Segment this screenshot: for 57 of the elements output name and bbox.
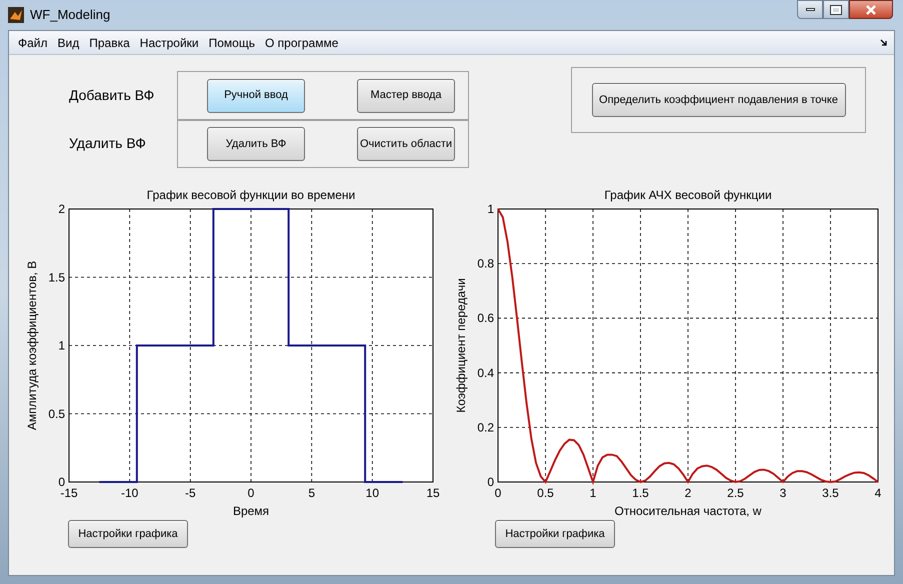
action-button[interactable]: Удалить ВФ xyxy=(207,127,305,162)
tick-label: 0.8 xyxy=(477,256,494,271)
menu-item[interactable]: Правка xyxy=(84,34,135,52)
maximize-button[interactable] xyxy=(823,0,849,19)
tick-label: 4 xyxy=(874,486,882,500)
row-label: Добавить ВФ xyxy=(69,86,154,105)
chart-title: График АЧХ весовой функции xyxy=(604,188,772,202)
menu-item[interactable]: Настройки xyxy=(134,34,204,52)
tick-label: 0.2 xyxy=(477,420,494,434)
menu-item[interactable]: О программе xyxy=(260,34,344,52)
menu-item[interactable]: Вид xyxy=(52,34,84,52)
tick-label: 2 xyxy=(684,486,692,500)
menu-item[interactable]: Помощь xyxy=(204,34,260,52)
tick-label: 0.5 xyxy=(537,486,554,500)
minimize-button[interactable] xyxy=(797,0,823,19)
tick-label: -5 xyxy=(185,486,196,500)
tick-label: 0.4 xyxy=(477,366,494,380)
action-button[interactable]: Ручной ввод xyxy=(207,78,305,113)
axis-label: Коэффициент передачи xyxy=(454,278,468,413)
maximize-icon xyxy=(831,6,841,14)
close-icon xyxy=(865,4,877,14)
tick-label: 0.5 xyxy=(48,406,65,421)
chart-title: График весовой функции во времени xyxy=(146,188,356,202)
action-button[interactable]: Очистить области xyxy=(357,127,455,162)
axis-label: Относительная частота, w xyxy=(614,504,762,518)
tick-label: 0.6 xyxy=(477,311,494,326)
tick-label: 1 xyxy=(58,338,65,352)
tick-label: 2.5 xyxy=(727,486,744,500)
tick-label: 10 xyxy=(366,486,380,500)
tick-label: 0 xyxy=(58,475,65,489)
tick-label: -10 xyxy=(121,486,138,500)
chart-settings-button[interactable]: Настройки графика xyxy=(495,520,615,548)
tick-label: 0 xyxy=(487,475,494,489)
suppression-button[interactable]: Определить коэффициент подавления в точке xyxy=(592,83,846,117)
tick-label: 15 xyxy=(426,486,440,500)
menu-item[interactable]: Файл xyxy=(13,34,53,52)
chart-settings-button[interactable]: Настройки графика xyxy=(68,520,188,548)
tick-label: 1 xyxy=(487,202,494,216)
dock-arrow-icon[interactable] xyxy=(880,38,888,46)
app-icon xyxy=(8,7,24,23)
tick-label: 0 xyxy=(494,486,502,500)
tick-label: 3 xyxy=(780,486,786,500)
tick-label: 5 xyxy=(308,486,315,500)
window-title: WF_Modeling xyxy=(30,6,110,24)
tick-label: 0 xyxy=(248,486,254,500)
action-button[interactable]: Мастер ввода xyxy=(357,78,455,113)
row-label: Удалить ВФ xyxy=(69,134,146,153)
minimize-icon xyxy=(806,8,814,11)
tick-label: 1.5 xyxy=(48,270,65,284)
close-button[interactable] xyxy=(849,0,893,19)
tick-label: 1.5 xyxy=(632,486,649,500)
axis-label: Время xyxy=(232,504,270,518)
tick-label: 1 xyxy=(590,486,596,500)
tick-label: 2 xyxy=(58,202,65,216)
axis-label: Амплитуда коэффициентов, В xyxy=(25,260,39,430)
tick-label: -15 xyxy=(60,486,78,500)
tick-label: 3.5 xyxy=(822,486,839,500)
